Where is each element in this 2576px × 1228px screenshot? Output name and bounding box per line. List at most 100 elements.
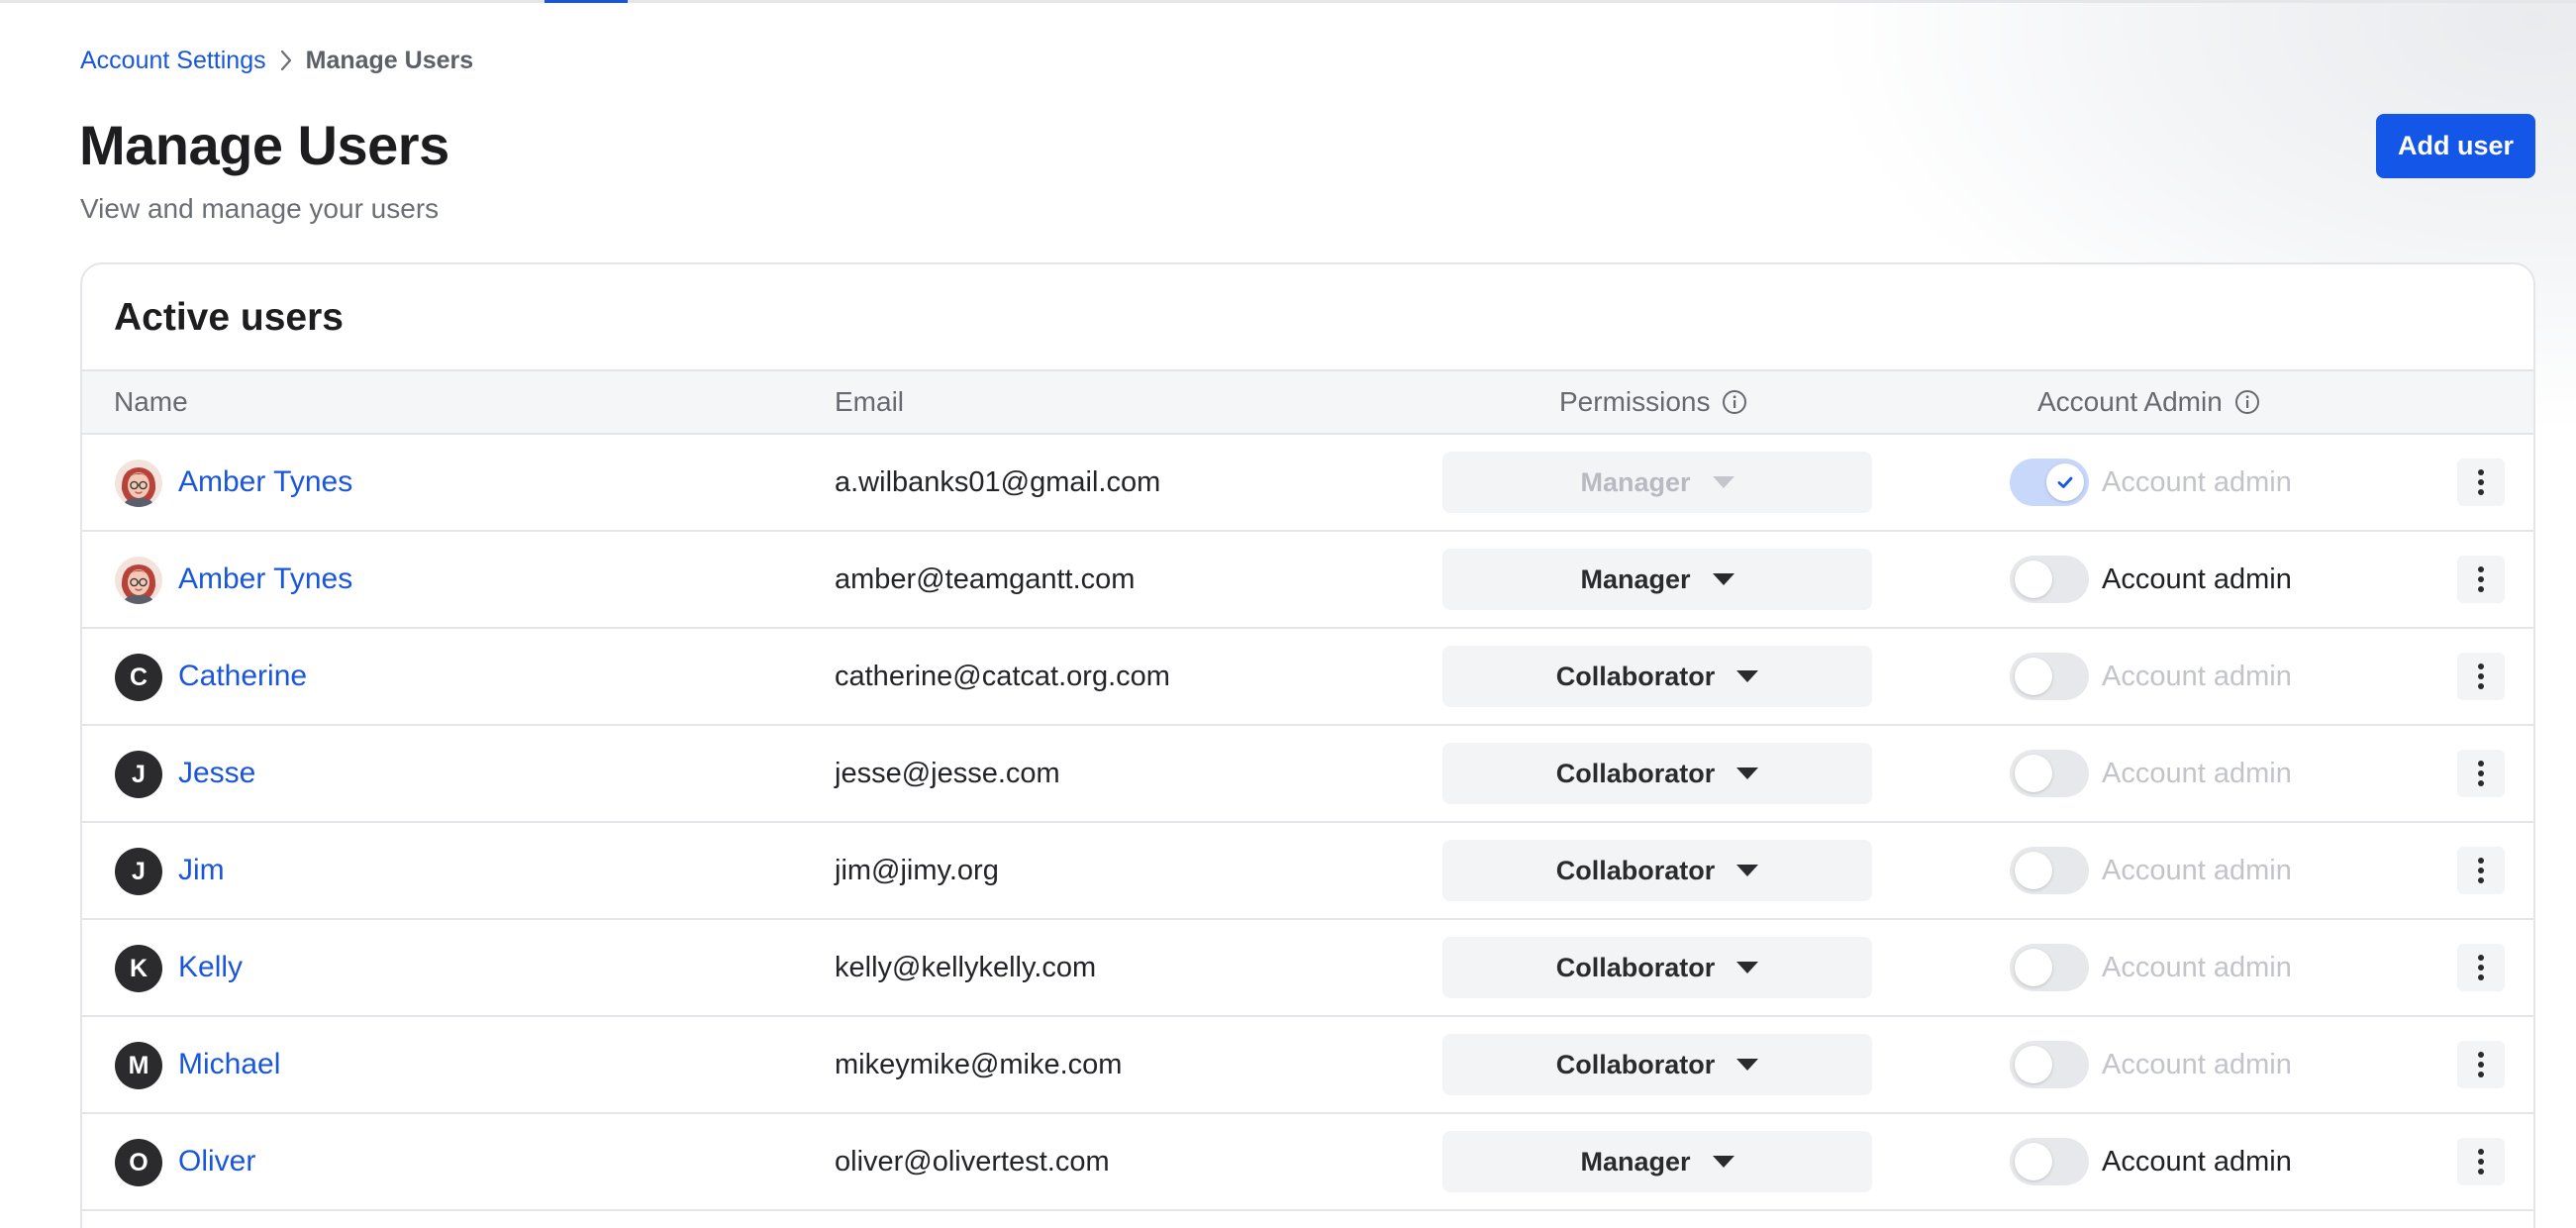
table-row: J Jim jim@jimy.org Collaborator Account … — [82, 823, 2533, 920]
user-email: kelly@kellykelly.com — [835, 951, 1097, 983]
caret-down-icon — [1736, 1059, 1759, 1071]
check-icon — [2057, 476, 2073, 488]
more-vertical-icon — [2478, 664, 2484, 689]
row-more-button[interactable] — [2457, 653, 2505, 700]
permission-value: Collaborator — [1555, 1049, 1716, 1079]
permission-value: Collaborator — [1555, 855, 1716, 885]
toggle-knob — [2015, 658, 2052, 695]
caret-down-icon — [1736, 962, 1759, 973]
permission-value: Collaborator — [1555, 758, 1716, 788]
caret-down-icon — [1712, 476, 1734, 488]
table-row: J Jesse jesse@jesse.com Collaborator Acc… — [82, 726, 2533, 823]
active-tab-indicator — [545, 0, 628, 3]
row-more-button[interactable] — [2457, 847, 2505, 894]
row-more-button[interactable] — [2457, 944, 2505, 991]
more-vertical-icon — [2478, 1052, 2484, 1077]
more-vertical-icon — [2478, 566, 2484, 592]
account-admin-label: Account admin — [2102, 757, 2292, 789]
account-admin-toggle — [2010, 847, 2089, 894]
user-email: oliver@olivertest.com — [835, 1145, 1110, 1177]
more-vertical-icon — [2478, 1149, 2484, 1175]
user-name-link[interactable]: Michael — [178, 1017, 280, 1112]
caret-down-icon — [1736, 670, 1759, 682]
top-tab-strip — [0, 0, 2576, 3]
users-table-body: Amber Tynes a.wilbanks01@gmail.com Manag… — [82, 435, 2533, 1211]
row-more-button[interactable] — [2457, 459, 2505, 506]
user-email: jim@jimy.org — [835, 854, 999, 886]
user-email: amber@teamgantt.com — [835, 563, 1136, 595]
breadcrumb: Account Settings Manage Users — [80, 44, 473, 77]
permission-select[interactable]: Collaborator — [1442, 937, 1872, 998]
row-more-button[interactable] — [2457, 1138, 2505, 1185]
permission-value: Collaborator — [1555, 952, 1716, 982]
row-more-button[interactable] — [2457, 750, 2505, 797]
table-row: M Michael mikeymike@mike.com Collaborato… — [82, 1017, 2533, 1114]
account-admin-toggle — [2010, 1041, 2089, 1088]
permission-select[interactable]: Manager — [1442, 549, 1872, 610]
row-more-button[interactable] — [2457, 1041, 2505, 1088]
permission-select[interactable]: Manager — [1442, 1131, 1872, 1192]
active-users-card: Active users Name Email Permissions Acco… — [80, 262, 2535, 1228]
user-name-link[interactable]: Oliver — [178, 1114, 255, 1209]
avatar — [115, 460, 162, 507]
account-admin-toggle — [2010, 459, 2089, 506]
table-row: Amber Tynes amber@teamgantt.com Manager … — [82, 532, 2533, 629]
table-row: K Kelly kelly@kellykelly.com Collaborato… — [82, 920, 2533, 1017]
caret-down-icon — [1712, 573, 1734, 585]
user-name-link[interactable]: Amber Tynes — [178, 532, 352, 627]
toggle-knob — [2046, 463, 2084, 501]
page-title: Manage Users — [79, 114, 449, 176]
column-header-name-label: Name — [114, 386, 188, 417]
avatar: J — [115, 751, 162, 798]
permission-select[interactable]: Collaborator — [1442, 840, 1872, 901]
permission-value: Collaborator — [1555, 661, 1716, 691]
permission-value: Manager — [1580, 563, 1691, 594]
caret-down-icon — [1712, 1156, 1734, 1168]
user-email: jesse@jesse.com — [835, 757, 1060, 789]
user-email: a.wilbanks01@gmail.com — [835, 465, 1161, 498]
column-header-account-admin: Account Admin — [2037, 371, 2260, 433]
column-header-permissions-label: Permissions — [1559, 386, 1711, 417]
user-photo-icon — [115, 460, 162, 507]
more-vertical-icon — [2478, 858, 2484, 883]
add-user-button[interactable]: Add user — [2376, 114, 2535, 178]
caret-down-icon — [1736, 865, 1759, 876]
info-icon[interactable] — [2234, 389, 2260, 415]
account-admin-label: Account admin — [2102, 951, 2292, 983]
table-row: C Catherine catherine@catcat.org.com Col… — [82, 629, 2533, 726]
user-email: catherine@catcat.org.com — [835, 660, 1170, 692]
account-admin-label: Account admin — [2102, 563, 2292, 595]
user-email: mikeymike@mike.com — [835, 1048, 1123, 1080]
account-admin-toggle — [2010, 750, 2089, 797]
account-admin-toggle[interactable] — [2010, 556, 2089, 603]
permission-select[interactable]: Collaborator — [1442, 1034, 1872, 1095]
toggle-knob — [2015, 1143, 2052, 1180]
breadcrumb-account-settings[interactable]: Account Settings — [80, 47, 266, 75]
more-vertical-icon — [2478, 469, 2484, 495]
column-header-account-admin-label: Account Admin — [2037, 386, 2223, 417]
permission-value: Manager — [1580, 1146, 1691, 1177]
user-name-link[interactable]: Jesse — [178, 726, 255, 821]
user-name-link[interactable]: Kelly — [178, 920, 243, 1015]
card-title: Active users — [114, 296, 344, 339]
column-header-email-label: Email — [835, 386, 905, 417]
avatar — [115, 557, 162, 604]
manage-users-page: Account Settings Manage Users Manage Use… — [0, 0, 2576, 1228]
permission-select[interactable]: Collaborator — [1442, 743, 1872, 804]
user-name-link[interactable]: Jim — [178, 823, 225, 918]
user-name-link[interactable]: Amber Tynes — [178, 435, 352, 530]
page-subtitle: View and manage your users — [80, 193, 440, 224]
info-icon[interactable] — [1722, 389, 1747, 415]
chevron-right-icon — [266, 46, 306, 75]
avatar: O — [115, 1139, 162, 1186]
permission-select[interactable]: Collaborator — [1442, 646, 1872, 707]
account-admin-toggle — [2010, 944, 2089, 991]
user-name-link[interactable]: Catherine — [178, 629, 307, 724]
table-row: Amber Tynes a.wilbanks01@gmail.com Manag… — [82, 435, 2533, 532]
toggle-knob — [2015, 561, 2052, 598]
account-admin-toggle[interactable] — [2010, 1138, 2089, 1185]
row-more-button[interactable] — [2457, 556, 2505, 603]
account-admin-label: Account admin — [2102, 1145, 2292, 1177]
more-vertical-icon — [2478, 955, 2484, 980]
avatar: C — [115, 654, 162, 701]
